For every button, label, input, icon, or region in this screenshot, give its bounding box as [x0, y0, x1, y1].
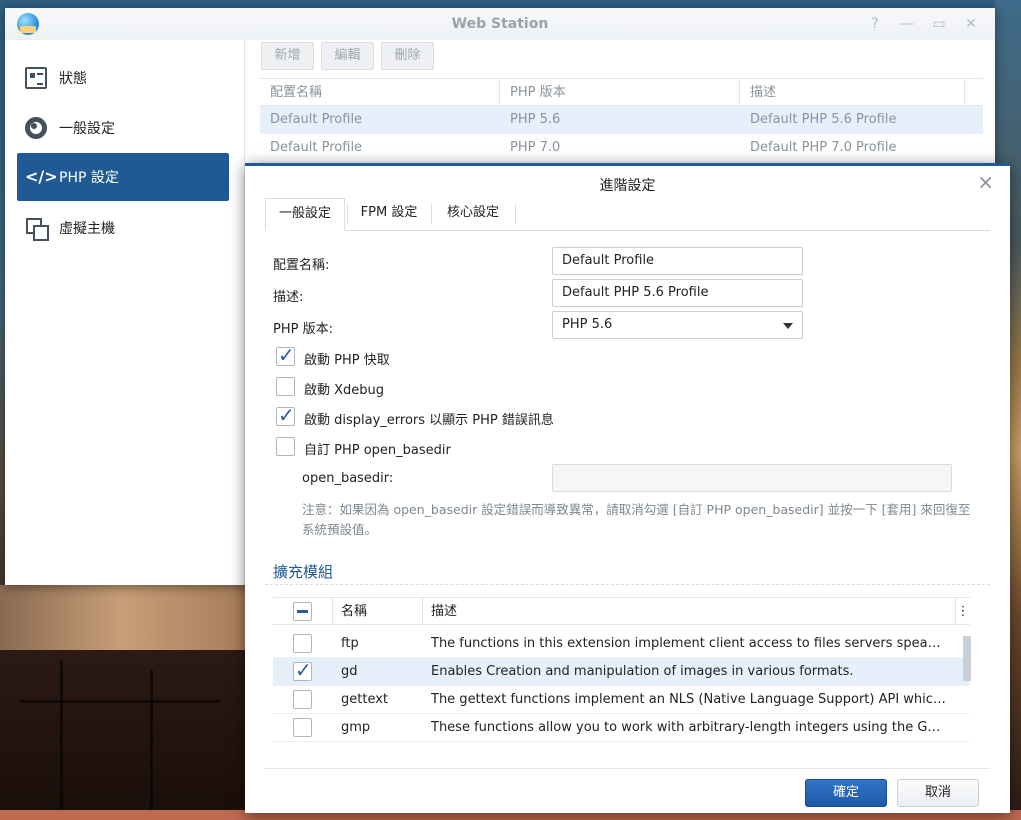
ok-button[interactable]: 確定: [805, 779, 887, 807]
table-row[interactable]: Default Profile PHP 7.0 Default PHP 7.0 …: [260, 134, 983, 162]
window-titlebar[interactable]: Web Station ? — ▭ ✕: [5, 8, 995, 40]
extension-name: gd: [341, 664, 358, 679]
sidebar-item-label: 狀態: [59, 71, 87, 87]
profile-name-cell: Default Profile: [270, 140, 363, 155]
desktop-decoration: [60, 660, 63, 810]
extension-checkbox[interactable]: [293, 658, 312, 682]
cancel-button[interactable]: 取消: [897, 779, 979, 807]
enable-xdebug-checkbox[interactable]: [276, 377, 295, 396]
php-version-label: PHP 版本:: [273, 322, 333, 337]
table-row[interactable]: gd Enables Creation and manipulation of …: [273, 658, 970, 686]
section-divider: [265, 584, 990, 585]
column-menu-icon[interactable]: ⋮: [956, 598, 970, 625]
select-all-checkbox[interactable]: [293, 602, 312, 621]
desktop-wall: [0, 585, 245, 655]
sidebar-item-general[interactable]: 一般設定: [17, 104, 229, 152]
php-version-value: PHP 5.6: [562, 317, 613, 332]
custom-open-basedir-label: 自訂 PHP open_basedir: [304, 443, 451, 458]
sidebar-item-php-settings[interactable]: </> PHP 設定: [17, 153, 229, 201]
open-basedir-note: 注意：如果因為 open_basedir 設定錯誤而導致異常，請取消勾選 [自訂…: [302, 502, 971, 537]
column-header[interactable]: 描述: [740, 79, 965, 106]
tab-core[interactable]: 核心設定: [433, 198, 513, 231]
tab-fpm[interactable]: FPM 設定: [349, 198, 429, 231]
profile-name-field[interactable]: Default Profile: [552, 247, 803, 275]
extension-description: These functions allow you to work with a…: [431, 720, 946, 735]
extension-checkbox[interactable]: [293, 690, 312, 709]
window-title: Web Station: [451, 16, 549, 32]
enable-php-cache-label: 啟動 PHP 快取: [304, 353, 390, 368]
table-header: 配置名稱 PHP 版本 描述: [260, 78, 983, 106]
extensions-scrollbar[interactable]: [963, 636, 971, 681]
description-cell: Default PHP 7.0 Profile: [750, 140, 897, 155]
sidebar-item-label: 一般設定: [59, 121, 115, 137]
advanced-settings-dialog: 進階設定 × 一般設定 FPM 設定 核心設定 配置名稱: Default Pr…: [245, 163, 1010, 813]
extensions-table: 名稱 描述 ⋮ ftp The functions in this extens…: [273, 597, 973, 744]
tab-separator: [431, 204, 432, 224]
description-cell: Default PHP 5.6 Profile: [750, 112, 897, 127]
minimize-icon[interactable]: —: [897, 14, 917, 34]
table-header: 名稱 描述 ⋮: [273, 597, 970, 625]
add-button[interactable]: 新增: [261, 42, 314, 70]
sidebar: 狀態 一般設定 </> PHP 設定 虛擬主機: [5, 40, 245, 585]
extension-description: The functions in this extension implemen…: [431, 636, 946, 651]
php-version-cell: PHP 5.6: [510, 112, 561, 127]
select-all-cell: [273, 598, 333, 625]
tab-separator: [347, 204, 348, 224]
column-header[interactable]: 名稱: [333, 598, 423, 625]
maximize-icon[interactable]: ▭: [929, 14, 949, 34]
enable-display-errors-checkbox[interactable]: [276, 403, 295, 427]
table-row[interactable]: gmp These functions allow you to work wi…: [273, 714, 970, 742]
delete-button[interactable]: 刪除: [381, 42, 434, 70]
column-header[interactable]: PHP 版本: [500, 79, 740, 106]
extension-checkbox[interactable]: [293, 634, 312, 653]
sidebar-item-label: 虛擬主機: [59, 221, 115, 237]
dialog-title: 進階設定: [599, 178, 656, 194]
gear-icon: [25, 117, 47, 139]
dialog-tabs: 一般設定 FPM 設定 核心設定: [265, 198, 990, 231]
description-label: 描述:: [273, 290, 304, 305]
enable-display-errors-label: 啟動 display_errors 以顯示 PHP 錯誤訊息: [304, 413, 554, 428]
desktop-decoration: [150, 670, 153, 810]
tab-general[interactable]: 一般設定: [265, 198, 345, 231]
enable-php-cache-checkbox[interactable]: [276, 343, 295, 367]
virtual-host-icon: [25, 217, 49, 241]
description-field[interactable]: Default PHP 5.6 Profile: [552, 279, 803, 307]
extension-name: gettext: [341, 692, 389, 707]
open-basedir-label: open_basedir:: [302, 471, 394, 486]
enable-xdebug-label: 啟動 Xdebug: [304, 383, 385, 398]
close-icon[interactable]: ✕: [961, 14, 981, 34]
extensions-section-title: 擴充模組: [273, 563, 334, 581]
sidebar-item-virtual-host[interactable]: 虛擬主機: [17, 204, 229, 252]
column-header[interactable]: 描述: [423, 598, 956, 625]
profile-name-cell: Default Profile: [270, 112, 363, 127]
table-row[interactable]: Default Profile PHP 5.6 Default PHP 5.6 …: [260, 106, 983, 134]
sidebar-item-label: PHP 設定: [59, 170, 119, 186]
profile-name-label: 配置名稱:: [273, 258, 330, 273]
php-version-select[interactable]: PHP 5.6: [552, 311, 803, 339]
status-icon: [25, 67, 47, 89]
desktop-floor: [0, 650, 245, 820]
footer-divider: [265, 768, 990, 769]
extension-description: The gettext functions implement an NLS (…: [431, 692, 946, 707]
chevron-down-icon: [783, 323, 793, 329]
table-row[interactable]: ftp The functions in this extension impl…: [273, 630, 970, 658]
code-icon: </>: [25, 167, 58, 186]
extension-checkbox[interactable]: [293, 718, 312, 737]
extension-name: ftp: [341, 636, 359, 651]
custom-open-basedir-checkbox[interactable]: [276, 437, 295, 456]
extension-description: Enables Creation and manipulation of ima…: [431, 664, 854, 679]
column-header[interactable]: 配置名稱: [260, 79, 500, 106]
tab-separator: [515, 204, 516, 224]
close-icon[interactable]: ×: [977, 172, 994, 192]
desktop-decoration: [20, 700, 220, 703]
php-version-cell: PHP 7.0: [510, 140, 561, 155]
sidebar-item-status[interactable]: 狀態: [17, 54, 229, 102]
table-row[interactable]: gettext The gettext functions implement …: [273, 686, 970, 714]
help-icon[interactable]: ?: [865, 14, 885, 34]
extension-name: gmp: [341, 720, 371, 735]
open-basedir-field: [552, 464, 952, 492]
edit-button[interactable]: 編輯: [321, 42, 374, 70]
